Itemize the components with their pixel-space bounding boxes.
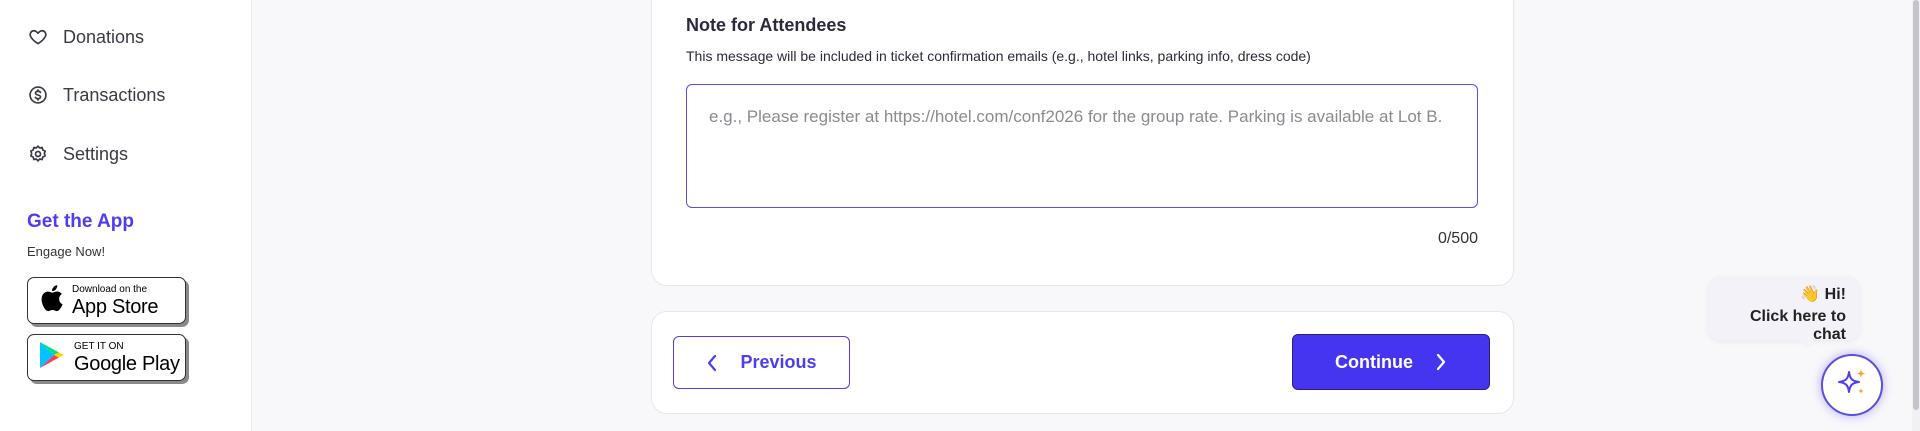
heart-icon — [27, 26, 49, 48]
scrollbar-thumb[interactable] — [1913, 0, 1919, 410]
apple-icon — [38, 283, 64, 318]
sidebar-item-label: Settings — [63, 143, 129, 164]
previous-button-label: Previous — [740, 352, 817, 372]
sparkle-icon — [1835, 366, 1869, 405]
app-store-small-text: Download on the — [72, 283, 148, 295]
chat-launcher-button[interactable] — [1821, 354, 1883, 416]
chevron-left-icon — [706, 354, 718, 372]
google-play-small-text: GET IT ON — [74, 340, 124, 352]
sidebar-item-label: Donations — [63, 26, 145, 47]
google-play-big-text: Google Play — [74, 352, 180, 375]
gear-icon — [27, 143, 49, 165]
sidebar-item-donations[interactable]: Donations — [27, 22, 144, 52]
previous-button[interactable]: Previous — [673, 336, 850, 389]
chat-greeting: 👋 Hi! — [1800, 286, 1846, 303]
sidebar-item-settings[interactable]: Settings — [27, 139, 128, 169]
chat-prompt-bubble[interactable]: 👋 Hi! Click here to chat — [1708, 276, 1860, 349]
google-play-icon — [38, 340, 66, 375]
continue-button-label: Continue — [1335, 351, 1413, 372]
note-title: Note for Attendees — [686, 15, 847, 35]
character-counter: 0/500 — [1437, 230, 1478, 247]
continue-button[interactable]: Continue — [1292, 334, 1490, 390]
google-play-badge[interactable]: GET IT ON Google Play — [27, 334, 186, 381]
app-store-big-text: App Store — [72, 295, 159, 318]
note-textarea[interactable] — [686, 84, 1478, 208]
sidebar-item-transactions[interactable]: Transactions — [27, 80, 165, 110]
dollar-circle-icon — [27, 84, 49, 106]
note-description: This message will be included in ticket … — [686, 48, 1311, 64]
sidebar: Donations Transactions Settings Get the … — [0, 0, 252, 431]
sidebar-item-label: Transactions — [63, 84, 166, 105]
app-store-badge[interactable]: Download on the App Store — [27, 277, 186, 324]
get-app-title: Get the App — [27, 211, 134, 232]
get-app-subtitle: Engage Now! — [27, 244, 106, 259]
chat-prompt-text: Click here to chat — [1749, 308, 1846, 343]
chevron-right-icon — [1435, 353, 1447, 371]
